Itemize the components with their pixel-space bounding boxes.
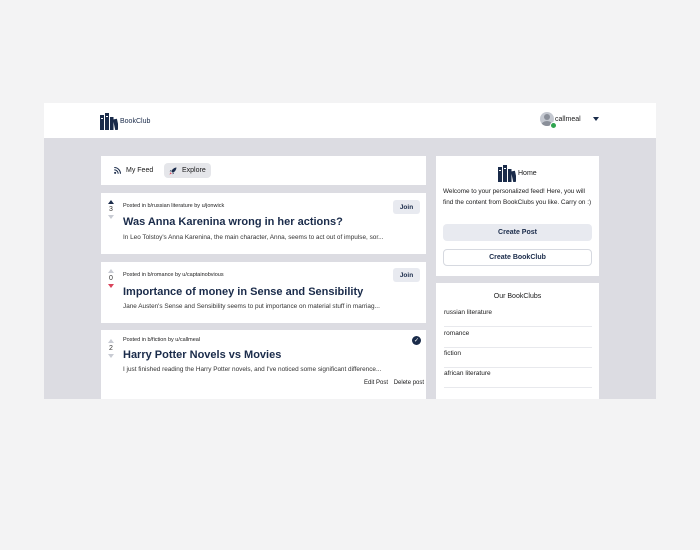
downvote-icon[interactable] bbox=[108, 354, 114, 358]
welcome-text: Welcome to your personalized feed! Here,… bbox=[443, 188, 592, 206]
bookclubs-sidebar-card: Our BookClubs russian literature romance… bbox=[436, 283, 599, 399]
post-excerpt: Jane Austen's Sense and Sensibility seem… bbox=[123, 303, 380, 310]
post-card[interactable]: 3 Posted in b/russian literature by u/jo… bbox=[101, 193, 426, 254]
tab-explore-label: Explore bbox=[182, 167, 206, 174]
logo[interactable]: BookClub bbox=[100, 111, 150, 131]
chevron-down-icon[interactable] bbox=[593, 117, 599, 121]
tab-explore[interactable]: Explore bbox=[164, 163, 211, 178]
create-bookclub-button[interactable]: Create BookClub bbox=[443, 249, 592, 266]
online-status-dot bbox=[550, 122, 557, 129]
post-card[interactable]: 0 Posted in b/romance by u/captainobviou… bbox=[101, 262, 426, 323]
post-title[interactable]: Harry Potter Novels vs Movies bbox=[123, 349, 281, 361]
post-excerpt: I just finished reading the Harry Potter… bbox=[123, 366, 382, 373]
username: callmeal bbox=[555, 115, 581, 123]
logo-text: BookClub bbox=[120, 117, 151, 125]
rocket-icon bbox=[169, 167, 177, 175]
downvote-icon[interactable] bbox=[108, 215, 114, 219]
post-meta: Posted in b/fiction by u/callmeal bbox=[123, 337, 201, 343]
post-title[interactable]: Was Anna Karenina wrong in her actions? bbox=[123, 216, 343, 228]
vote-count: 2 bbox=[109, 345, 113, 352]
join-button[interactable]: Join bbox=[393, 200, 420, 214]
vote-count: 3 bbox=[109, 206, 113, 213]
join-button[interactable]: Join bbox=[393, 268, 420, 282]
post-card[interactable]: 2 Posted in b/fiction by u/callmeal Harr… bbox=[101, 330, 426, 399]
post-actions: Edit Post Delete post bbox=[360, 380, 424, 386]
edit-post-link[interactable]: Edit Post bbox=[364, 380, 388, 386]
home-label: Home bbox=[518, 169, 537, 177]
post-title[interactable]: Importance of money in Sense and Sensibi… bbox=[123, 286, 363, 298]
vote-control: 0 bbox=[106, 269, 116, 288]
bookclub-item[interactable]: fiction bbox=[444, 347, 592, 368]
vote-control: 3 bbox=[106, 200, 116, 219]
bookclub-item[interactable]: romance bbox=[444, 327, 592, 348]
bookclubs-title: Our BookClubs bbox=[493, 293, 542, 300]
tab-my-feed[interactable]: My Feed bbox=[109, 163, 158, 178]
vote-control: 2 bbox=[106, 339, 116, 358]
books-logo-icon bbox=[100, 113, 118, 130]
books-logo-icon bbox=[498, 165, 516, 182]
top-navbar: BookClub callmeal bbox=[44, 103, 656, 138]
post-excerpt: In Leo Tolstoy's Anna Karenina, the main… bbox=[123, 234, 384, 241]
user-menu[interactable]: callmeal bbox=[540, 112, 581, 126]
post-meta: Posted in b/russian literature by u/jonw… bbox=[123, 203, 225, 209]
bookclub-item[interactable]: russian literature bbox=[444, 306, 592, 327]
feed-tabs: My Feed Explore bbox=[101, 156, 426, 185]
delete-post-link[interactable]: Delete post bbox=[394, 380, 424, 386]
home-sidebar-card: Home Welcome to your personalized feed! … bbox=[436, 156, 599, 276]
tab-my-feed-label: My Feed bbox=[126, 167, 154, 174]
joined-check-icon: ✓ bbox=[412, 336, 421, 345]
rss-icon bbox=[114, 167, 121, 174]
app-frame: BookClub callmeal My Feed Explore 3 Post… bbox=[44, 103, 656, 399]
post-meta: Posted in b/romance by u/captainobvious bbox=[123, 272, 224, 278]
vote-count: 0 bbox=[109, 275, 113, 282]
downvote-icon[interactable] bbox=[108, 284, 114, 288]
create-post-button[interactable]: Create Post bbox=[443, 224, 592, 241]
home-heading: Home bbox=[498, 164, 537, 182]
bookclub-item[interactable]: african literature bbox=[444, 367, 592, 388]
